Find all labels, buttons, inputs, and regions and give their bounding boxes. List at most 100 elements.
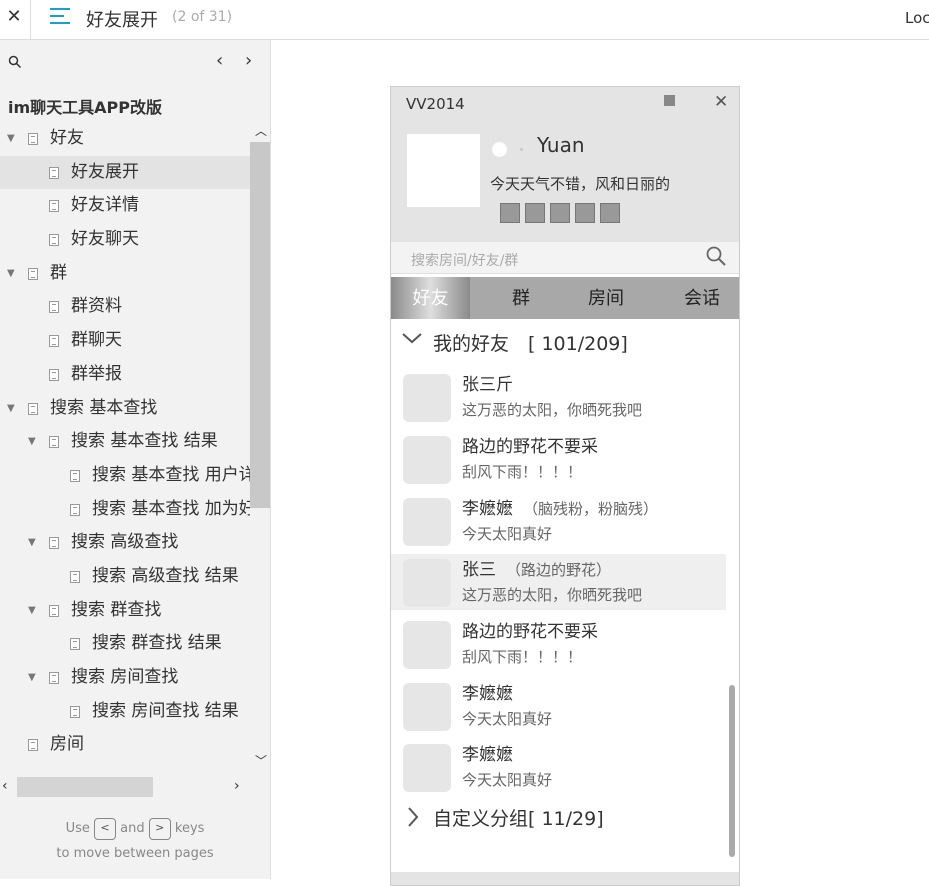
hint-text: and	[120, 821, 145, 836]
signature[interactable]: 今天天气不错，风和日丽的	[490, 173, 670, 194]
tab-groups[interactable]: 群	[491, 277, 551, 319]
tab-friends[interactable]: 好友	[391, 277, 470, 319]
top-bar: ✕ 好友展开 (2 of 31) Loc	[0, 0, 929, 40]
tree-node[interactable]: 搜索 群查找 结果	[0, 627, 250, 661]
status-icon[interactable]	[492, 142, 507, 157]
hint-text: to move between pages	[56, 846, 214, 861]
expand-triangle-icon[interactable]: ▼	[7, 392, 15, 426]
tree-node[interactable]: 好友详情	[0, 189, 250, 223]
chevron-right-icon[interactable]: ›	[245, 50, 252, 71]
tree-node-label: 好友详情	[71, 195, 139, 216]
search-input[interactable]: 搜索房间/好友/群	[411, 250, 518, 270]
friend-list: 我的好友 [ 101/209] 张三斤这万恶的太阳，你晒死我吧路边的野花不要采刮…	[391, 319, 739, 885]
scrollbar-thumb[interactable]	[250, 142, 270, 508]
friend-item[interactable]: 路边的野花不要采 刮风下雨！！！！	[391, 616, 726, 672]
friend-name-text: 张三	[462, 560, 496, 580]
tree-node[interactable]: 搜索 高级查找 结果	[0, 560, 250, 594]
friend-item[interactable]: 路边的野花不要采刮风下雨！！！！	[391, 431, 726, 487]
chevron-left-icon[interactable]: ‹	[2, 778, 8, 794]
tree-node[interactable]: ▼ 搜索 基本查找 结果	[0, 425, 250, 459]
search-bar[interactable]: 搜索房间/好友/群	[391, 242, 739, 274]
chevron-right-icon[interactable]: ›	[234, 778, 240, 794]
tree-node[interactable]: 好友聊天	[0, 223, 250, 257]
expand-triangle-icon[interactable]: ▼	[28, 661, 36, 695]
tab-conversations[interactable]: 会话	[672, 277, 732, 319]
app-icon[interactable]	[600, 203, 620, 223]
friend-item[interactable]: 张三 （路边的野花） 这万恶的太阳，你晒死我吧	[391, 554, 726, 610]
tree-node[interactable]: ▼ 群	[0, 257, 250, 291]
friend-name: 张三 （路边的野花）	[462, 555, 611, 580]
tree-node[interactable]: 群资料	[0, 290, 250, 324]
tree-node[interactable]: ▼ 搜索 高级查找	[0, 526, 250, 560]
minimize-icon[interactable]	[664, 95, 675, 106]
chevron-left-icon[interactable]: ‹	[216, 50, 223, 71]
hint-text: keys	[174, 821, 205, 836]
tree-node[interactable]: ▼ 搜索 群查找	[0, 594, 250, 628]
chevron-up-icon[interactable]: ︿	[255, 122, 267, 139]
tab-rooms[interactable]: 房间	[576, 277, 636, 319]
tree-node[interactable]: 好友展开	[0, 155, 250, 190]
avatar[interactable]	[403, 436, 451, 484]
friend-last-message: 今天太阳真好	[462, 710, 553, 728]
app-icon[interactable]	[550, 203, 570, 223]
tree-node[interactable]: 搜索 基本查找 加为好	[0, 493, 250, 527]
tree-node[interactable]: ▼ 搜索 基本查找	[0, 392, 250, 426]
avatar[interactable]	[403, 498, 451, 546]
search-icon[interactable]	[8, 55, 22, 73]
friend-item[interactable]: 李嬷嬷 今天太阳真好	[391, 678, 726, 734]
tree-node[interactable]: 房间	[0, 728, 250, 762]
expand-triangle-icon[interactable]: ▼	[28, 594, 36, 628]
tree-node-label: 好友展开	[71, 161, 139, 182]
avatar[interactable]	[403, 559, 451, 607]
search-icon[interactable]	[705, 245, 727, 267]
tree-node[interactable]: ▼ 搜索 房间查找	[0, 661, 250, 695]
group-my-friends[interactable]: 我的好友 [ 101/209]	[391, 321, 731, 361]
friend-last-message: 这万恶的太阳，你晒死我吧	[462, 401, 643, 419]
tab-bar: 好友 群 房间 会话	[391, 277, 739, 319]
tree-node[interactable]: 搜索 基本查找 用户详	[0, 459, 250, 493]
friend-item[interactable]: 李嬷嬷 （脑残粉，粉脑残） 今天太阳真好	[391, 493, 726, 549]
top-right-text[interactable]: Loc	[905, 9, 929, 27]
avatar[interactable]	[403, 621, 451, 669]
divider	[30, 0, 31, 40]
tree-node-label: 搜索 基本查找 结果	[71, 431, 218, 452]
expand-triangle-icon[interactable]: ▼	[7, 122, 15, 156]
list-scrollbar[interactable]	[729, 685, 735, 857]
horizontal-scrollbar[interactable]: ‹ ›	[0, 775, 250, 799]
avatar[interactable]	[407, 134, 480, 207]
friend-last-message: 刮风下雨！！！！	[462, 463, 583, 481]
tree-node[interactable]: 群聊天	[0, 324, 250, 358]
tree-node[interactable]: 基本设置	[0, 762, 250, 767]
scrollbar-thumb[interactable]	[17, 777, 153, 797]
friend-last-message: 刮风下雨！！！！	[462, 648, 583, 666]
expand-triangle-icon[interactable]: ▼	[28, 425, 36, 459]
hamburger-icon[interactable]	[50, 8, 70, 26]
avatar[interactable]	[403, 683, 451, 731]
tree-node[interactable]: 搜索 房间查找 结果	[0, 695, 250, 729]
page-icon	[28, 402, 38, 415]
friend-item[interactable]: 李嬷嬷 今天太阳真好	[391, 739, 726, 795]
avatar[interactable]	[403, 374, 451, 422]
tree-node[interactable]: 群举报	[0, 358, 250, 392]
group-custom[interactable]: 自定义分组[ 11/29]	[391, 796, 731, 836]
expand-triangle-icon[interactable]: ▼	[28, 526, 36, 560]
friend-name: 路边的野花不要采	[462, 432, 598, 457]
group-label: 自定义分组[ 11/29]	[433, 808, 604, 830]
app-icon[interactable]	[525, 203, 545, 223]
avatar[interactable]	[403, 744, 451, 792]
friend-item[interactable]: 张三斤这万恶的太阳，你晒死我吧	[391, 369, 726, 425]
chevron-right-icon[interactable]	[407, 806, 419, 833]
chevron-down-icon[interactable]: ﹀	[255, 752, 267, 769]
close-icon[interactable]: ✕	[714, 92, 728, 112]
friend-name: 李嬷嬷	[462, 740, 513, 765]
chevron-down-icon[interactable]	[401, 329, 423, 350]
app-icon[interactable]	[575, 203, 595, 223]
vertical-scrollbar[interactable]: ︿ ﹀	[250, 122, 270, 769]
page-icon	[49, 537, 59, 550]
friend-name-text: 张三斤	[462, 375, 513, 395]
app-icon[interactable]	[500, 203, 520, 223]
dropdown-icon[interactable]	[520, 148, 523, 151]
close-icon[interactable]: ✕	[6, 6, 22, 27]
tree-node[interactable]: ▼ 好友	[0, 122, 250, 156]
expand-triangle-icon[interactable]: ▼	[7, 257, 15, 291]
